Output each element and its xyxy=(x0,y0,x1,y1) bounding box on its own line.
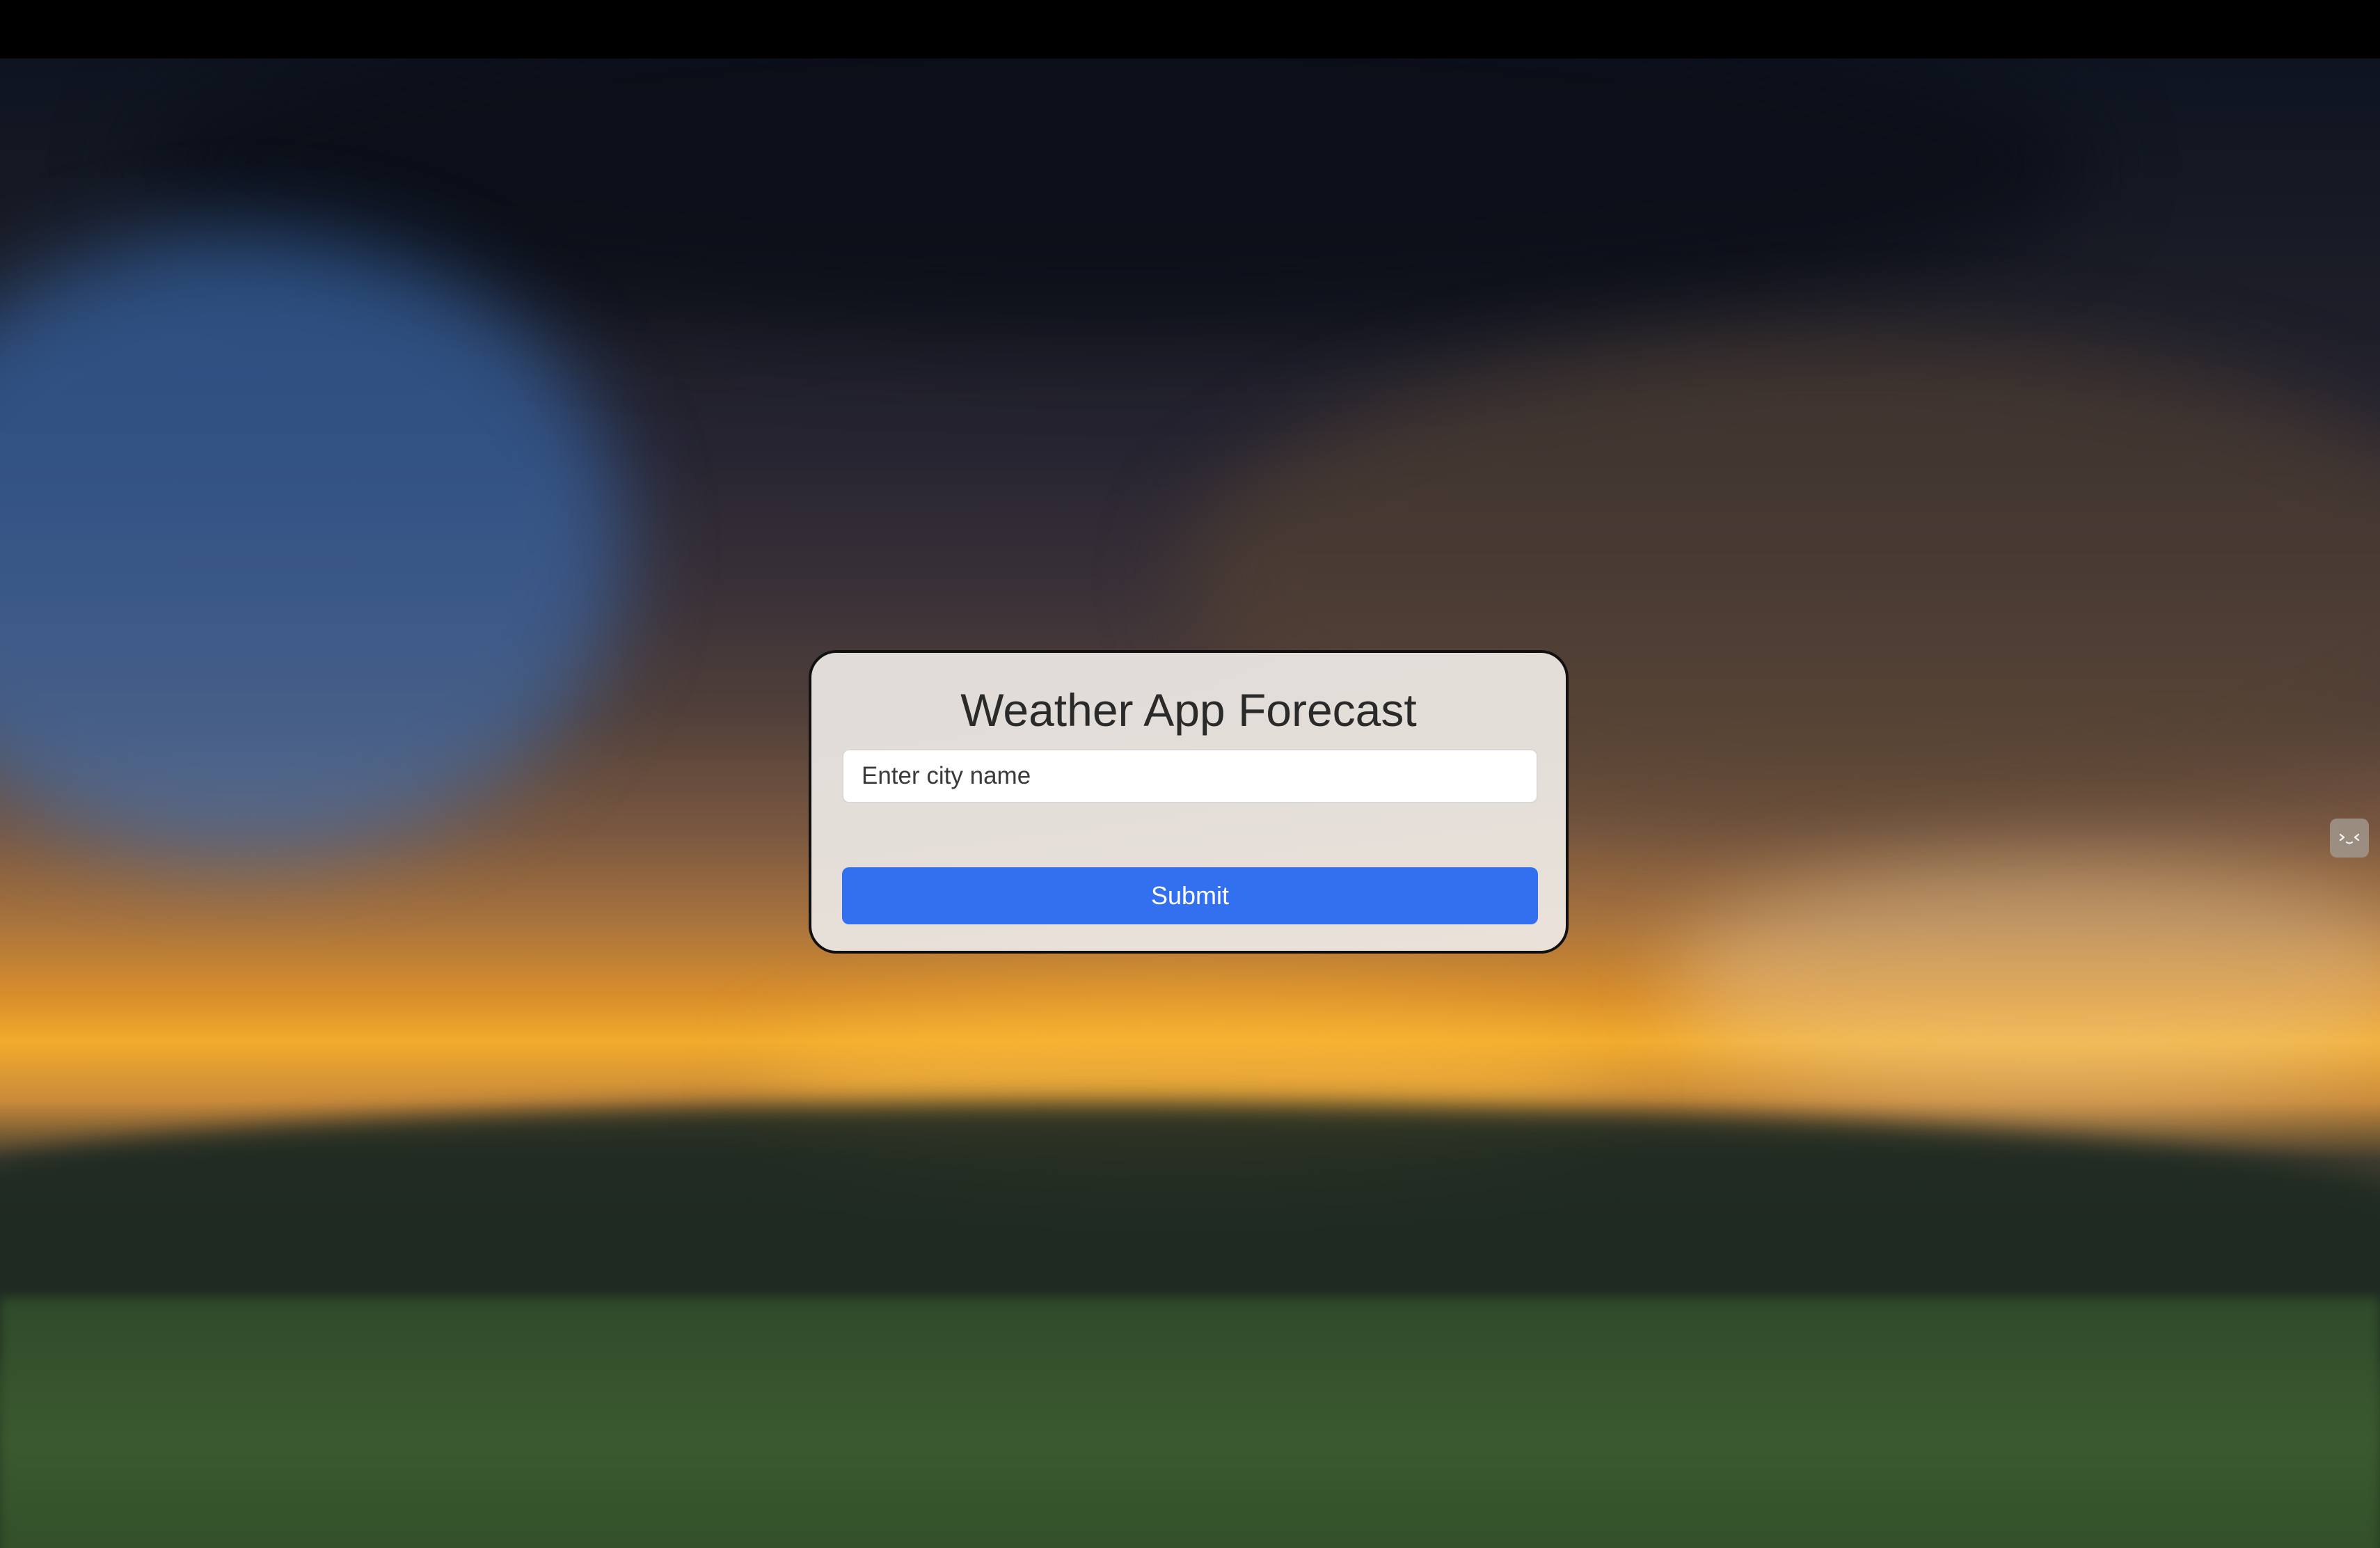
face-icon-glyph xyxy=(2339,833,2360,844)
submit-button[interactable]: Submit xyxy=(842,867,1538,924)
face-icon[interactable] xyxy=(2330,819,2369,858)
city-input[interactable] xyxy=(842,749,1538,803)
app-title: Weather App Forecast xyxy=(960,684,1417,736)
top-bar xyxy=(0,0,2380,58)
screen: Weather App Forecast Submit xyxy=(0,0,2380,1548)
weather-card: Weather App Forecast Submit xyxy=(809,650,1569,954)
